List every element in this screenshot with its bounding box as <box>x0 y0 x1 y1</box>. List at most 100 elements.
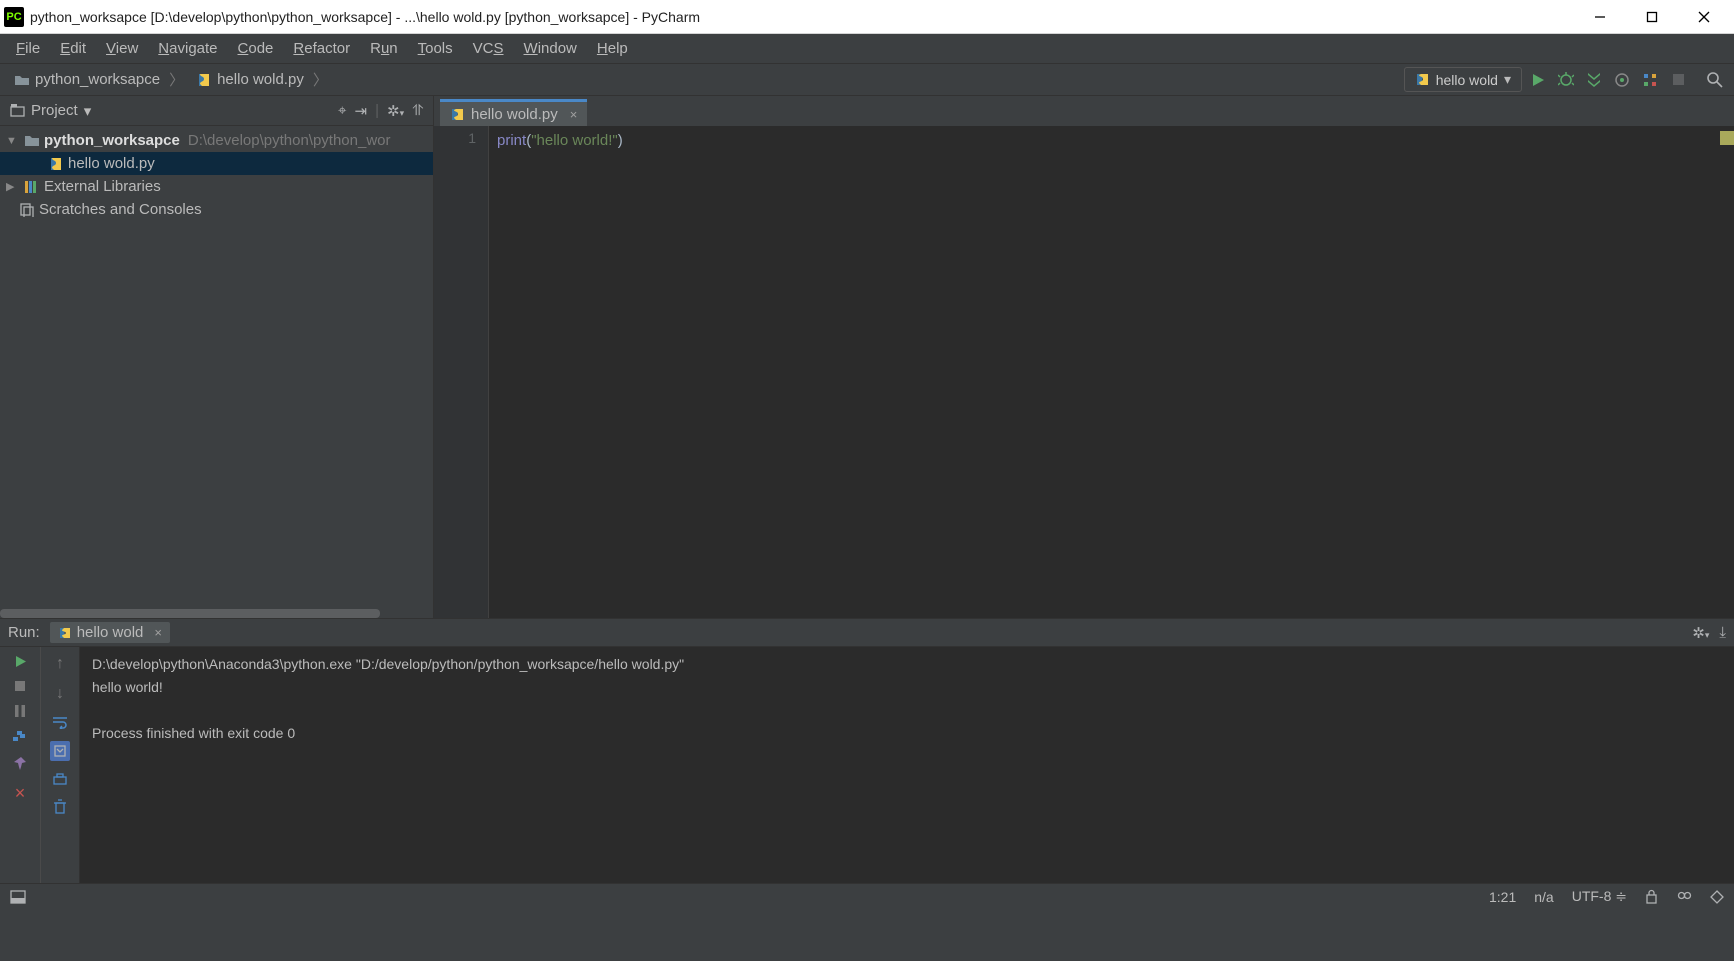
console-stdout: hello world! <box>92 679 163 695</box>
menu-vcs[interactable]: VCS <box>463 36 514 61</box>
project-tree[interactable]: ▼ python_worksapce D:\develop\python\pyt… <box>0 126 433 618</box>
run-toolbar-right: ↑ ↓ <box>40 647 80 883</box>
close-icon <box>1698 11 1710 23</box>
menu-navigate[interactable]: Navigate <box>148 36 227 61</box>
gear-icon[interactable]: ✲▾ <box>1692 624 1709 642</box>
close-run-tab-icon[interactable]: × <box>154 625 162 640</box>
clear-button[interactable] <box>53 799 67 815</box>
python-file-icon <box>450 107 465 122</box>
soft-wrap-button[interactable] <box>52 715 68 729</box>
run-body: × ↑ ↓ D:\develop\python\Anaconda3\python… <box>0 647 1734 883</box>
analysis-marker-icon[interactable] <box>1720 131 1734 145</box>
inspections-icon[interactable] <box>1676 889 1692 904</box>
down-button[interactable]: ↓ <box>56 685 64 703</box>
python-icon <box>1415 72 1430 87</box>
library-icon <box>24 180 40 194</box>
coverage-button[interactable] <box>1582 68 1606 92</box>
minimize-button[interactable] <box>1574 0 1626 34</box>
hide-icon[interactable]: ⥣ <box>412 102 423 120</box>
chevron-right-icon: ▶ <box>6 180 20 193</box>
window-title: python_worksapce [D:\develop\python\pyth… <box>30 9 700 25</box>
status-sep[interactable]: n/a <box>1534 889 1553 905</box>
run-config-tab[interactable]: hello wold × <box>50 622 170 643</box>
pin-button[interactable] <box>13 756 28 771</box>
tree-file[interactable]: hello wold.py <box>0 152 433 175</box>
tab-label: hello wold.py <box>471 106 558 123</box>
tree-file-name: hello wold.py <box>68 155 155 172</box>
lock-icon[interactable] <box>1645 889 1658 904</box>
breadcrumb-file[interactable]: hello wold.py 〉 <box>190 67 334 92</box>
search-button[interactable] <box>1702 68 1726 92</box>
up-button[interactable]: ↑ <box>56 655 64 673</box>
status-caret-pos[interactable]: 1:21 <box>1489 889 1516 905</box>
export-icon[interactable]: ⤓ <box>1719 624 1726 642</box>
tree-external[interactable]: ▶ External Libraries <box>0 175 433 198</box>
breadcrumb-root[interactable]: python_worksapce 〉 <box>8 67 190 92</box>
console-output[interactable]: D:\develop\python\Anaconda3\python.exe "… <box>80 647 1734 883</box>
tool-windows-icon[interactable] <box>10 890 26 904</box>
python-file-icon <box>48 156 64 172</box>
project-title: Project <box>31 102 78 119</box>
tree-root-name: python_worksapce <box>44 132 180 149</box>
pause-button[interactable] <box>14 704 26 718</box>
editor-tabs: hello wold.py × <box>434 96 1734 126</box>
gear-icon[interactable]: ✲▾ <box>387 102 404 120</box>
menu-tools[interactable]: Tools <box>408 36 463 61</box>
folder-icon <box>14 73 30 87</box>
editor-area: hello wold.py × 1 print("hello world!") <box>434 96 1734 618</box>
statusbar: 1:21 n/a UTF-8 ≑ <box>0 883 1734 909</box>
menu-window[interactable]: Window <box>514 36 587 61</box>
menu-refactor[interactable]: Refactor <box>283 36 360 61</box>
print-button[interactable] <box>52 773 68 787</box>
main-area: Project ▾ ⌖ ⇥ | ✲▾ ⥣ ▼ python_worksapce … <box>0 96 1734 618</box>
tree-scratches[interactable]: Scratches and Consoles <box>0 198 433 221</box>
project-panel: Project ▾ ⌖ ⇥ | ✲▾ ⥣ ▼ python_worksapce … <box>0 96 434 618</box>
run-button[interactable] <box>1526 68 1550 92</box>
run-title: Run: <box>8 624 40 641</box>
tree-external-label: External Libraries <box>44 178 161 195</box>
locate-icon[interactable]: ⌖ <box>338 102 346 120</box>
tab-file[interactable]: hello wold.py × <box>440 99 587 126</box>
scroll-end-button[interactable] <box>50 741 70 761</box>
git-icon[interactable] <box>1710 890 1724 904</box>
debug-button[interactable] <box>1554 68 1578 92</box>
tree-root[interactable]: ▼ python_worksapce D:\develop\python\pyt… <box>0 129 433 152</box>
stop-button[interactable] <box>1666 68 1690 92</box>
menu-help[interactable]: Help <box>587 36 638 61</box>
code-area[interactable]: print("hello world!") <box>489 126 1734 618</box>
project-view-selector[interactable]: Project ▾ <box>10 102 91 120</box>
run-toolbar-left: × <box>0 647 40 883</box>
chevron-down-icon: ▾ <box>1504 71 1511 88</box>
run-config-label: hello wold <box>1436 72 1498 88</box>
menu-view[interactable]: View <box>96 36 148 61</box>
menu-file[interactable]: File <box>6 36 50 61</box>
dump-threads-button[interactable] <box>12 730 28 744</box>
close-run-button[interactable]: × <box>15 783 26 804</box>
menu-run[interactable]: Run <box>360 36 408 61</box>
navbar: python_worksapce 〉 hello wold.py 〉 hello… <box>0 64 1734 96</box>
menu-code[interactable]: Code <box>228 36 284 61</box>
chevron-down-icon: ▼ <box>6 135 20 147</box>
python-file-icon <box>196 72 212 88</box>
rerun-button[interactable] <box>14 655 27 668</box>
status-encoding[interactable]: UTF-8 ≑ <box>1572 888 1627 905</box>
close-button[interactable] <box>1678 0 1730 34</box>
profiler-button[interactable] <box>1610 68 1634 92</box>
console-cmd: D:\develop\python\Anaconda3\python.exe "… <box>92 656 684 672</box>
scrollbar-thumb[interactable] <box>0 609 380 618</box>
app-icon: PC <box>4 7 24 27</box>
maximize-button[interactable] <box>1626 0 1678 34</box>
close-tab-icon[interactable]: × <box>570 107 578 122</box>
menu-edit[interactable]: Edit <box>50 36 96 61</box>
maximize-icon <box>1646 11 1658 23</box>
project-header: Project ▾ ⌖ ⇥ | ✲▾ ⥣ <box>0 96 433 126</box>
stop-run-button[interactable] <box>14 680 26 692</box>
editor[interactable]: 1 print("hello world!") <box>434 126 1734 618</box>
line-gutter: 1 <box>434 126 489 618</box>
concurrency-button[interactable] <box>1638 68 1662 92</box>
run-config-selector[interactable]: hello wold ▾ <box>1404 67 1522 92</box>
run-config-tab-label: hello wold <box>77 624 144 641</box>
chevron-right-icon: 〉 <box>169 69 184 90</box>
collapse-icon[interactable]: ⇥ <box>355 102 368 120</box>
run-header: Run: hello wold × ✲▾ ⤓ <box>0 619 1734 647</box>
